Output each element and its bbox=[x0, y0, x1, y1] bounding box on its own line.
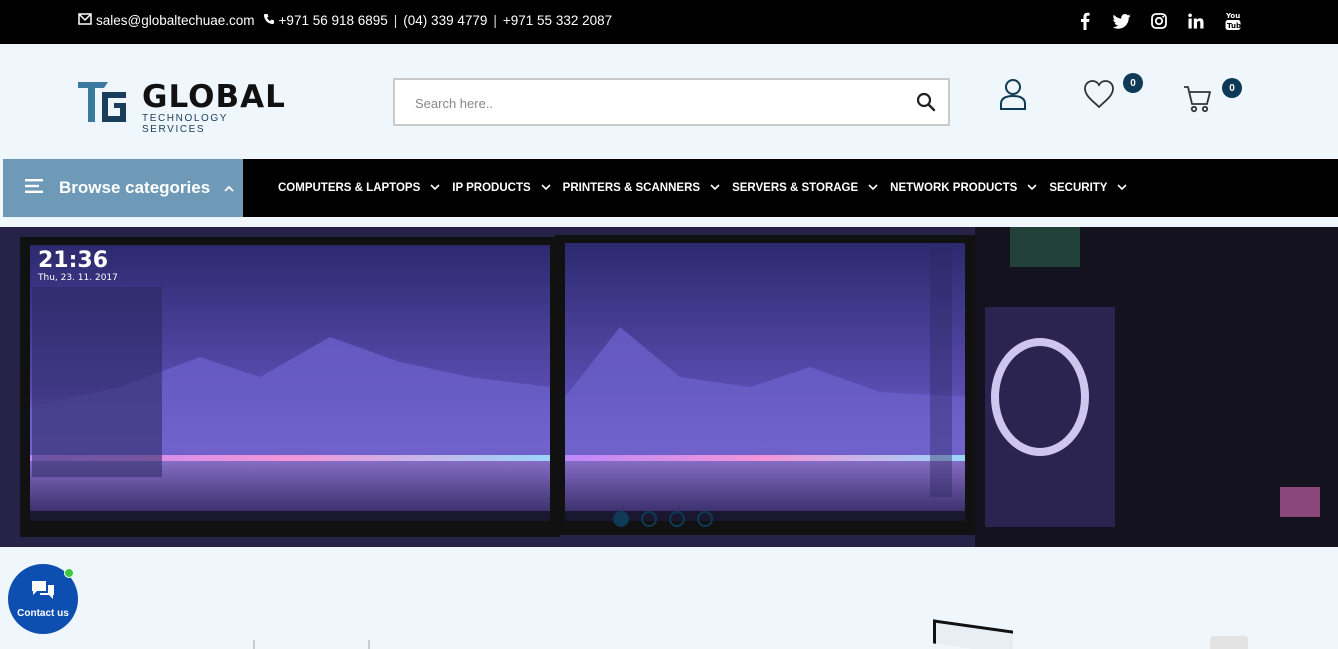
nav-item-printers-scanners[interactable]: PRINTERS & SCANNERS bbox=[563, 182, 720, 194]
youtube-icon[interactable]: You Tube bbox=[1223, 11, 1242, 31]
nav-item-label: NETWORK PRODUCTS bbox=[890, 182, 1018, 194]
phone-link-2[interactable]: (04) 339 4779 bbox=[403, 13, 487, 28]
site-header: GLOBAL TECHNOLOGY SERVICES 0 0 bbox=[0, 44, 1338, 159]
social-links: You Tube bbox=[1075, 11, 1242, 31]
browse-categories-label: Browse categories bbox=[59, 178, 211, 197]
search-box bbox=[393, 78, 950, 126]
product-preview-device bbox=[1210, 636, 1248, 649]
top-bar: sales@globaltechuae.com +971 56 918 6895… bbox=[0, 0, 1338, 44]
envelope-icon bbox=[78, 13, 92, 28]
hero-image bbox=[0, 227, 1338, 547]
main-navigation: Browse categories COMPUTERS & LAPTOPS IP… bbox=[0, 159, 1338, 217]
logo-sub-text: TECHNOLOGY SERVICES bbox=[142, 113, 228, 135]
chevron-down-icon bbox=[868, 182, 878, 194]
contact-info: sales@globaltechuae.com +971 56 918 6895… bbox=[78, 13, 612, 28]
menu-lines-icon bbox=[25, 178, 43, 198]
site-logo[interactable]: GLOBAL TECHNOLOGY SERVICES bbox=[78, 80, 288, 135]
slider-pagination bbox=[613, 511, 713, 527]
search-input[interactable] bbox=[415, 92, 895, 114]
user-account-icon[interactable] bbox=[998, 78, 1028, 115]
chevron-down-icon bbox=[710, 182, 720, 194]
separator: | bbox=[493, 13, 497, 28]
twitter-icon[interactable] bbox=[1112, 11, 1131, 31]
email-link[interactable]: sales@globaltechuae.com bbox=[96, 13, 255, 28]
chevron-up-icon bbox=[224, 179, 234, 197]
clock-date: Thu, 23. 11. 2017 bbox=[38, 273, 118, 283]
logo-wordmark: GLOBAL TECHNOLOGY SERVICES bbox=[142, 80, 288, 135]
clock-time: 21:36 bbox=[38, 248, 109, 273]
instagram-icon[interactable] bbox=[1149, 11, 1168, 31]
nav-item-security[interactable]: SECURITY bbox=[1049, 182, 1128, 194]
product-preview-antenna bbox=[253, 640, 255, 649]
nav-item-network-products[interactable]: NETWORK PRODUCTS bbox=[890, 182, 1037, 194]
chevron-down-icon bbox=[1027, 182, 1037, 194]
category-menu: COMPUTERS & LAPTOPS IP PRODUCTS PRINTERS… bbox=[243, 159, 1338, 217]
desktop-clock: 21:36 Thu, 23. 11. 2017 bbox=[38, 248, 118, 284]
nav-item-label: SERVERS & STORAGE bbox=[732, 182, 859, 194]
chevron-down-icon bbox=[541, 182, 551, 194]
nav-item-label: SECURITY bbox=[1049, 182, 1108, 194]
nav-item-servers-storage[interactable]: SERVERS & STORAGE bbox=[732, 182, 878, 194]
online-status-indicator bbox=[64, 568, 74, 578]
hero-slider[interactable]: 21:36 Thu, 23. 11. 2017 bbox=[0, 227, 1338, 547]
phone-link-1[interactable]: +971 56 918 6895 bbox=[279, 13, 388, 28]
chat-bubble-icon bbox=[30, 579, 56, 606]
nav-item-computers-laptops[interactable]: COMPUTERS & LAPTOPS bbox=[278, 182, 440, 194]
product-preview-laptop bbox=[933, 619, 1013, 649]
search-icon[interactable] bbox=[916, 92, 936, 117]
nav-item-label: PRINTERS & SCANNERS bbox=[562, 182, 701, 194]
svg-text:Tube: Tube bbox=[1227, 22, 1241, 30]
contact-us-label: Contact us bbox=[17, 608, 69, 619]
phone-link-3[interactable]: +971 55 332 2087 bbox=[503, 13, 612, 28]
logo-main-text: GLOBAL bbox=[142, 79, 286, 115]
linkedin-icon[interactable] bbox=[1186, 11, 1205, 31]
slider-dot-3[interactable] bbox=[669, 511, 685, 527]
chevron-down-icon bbox=[1117, 182, 1128, 194]
wishlist-heart-icon[interactable] bbox=[1083, 79, 1115, 114]
facebook-icon[interactable] bbox=[1075, 11, 1094, 31]
nav-item-label: IP PRODUCTS bbox=[452, 182, 531, 194]
svg-text:You: You bbox=[1225, 12, 1240, 20]
slider-dot-4[interactable] bbox=[697, 511, 713, 527]
nav-item-ip-products[interactable]: IP PRODUCTS bbox=[452, 182, 551, 194]
wishlist-count-badge: 0 bbox=[1123, 73, 1143, 93]
product-preview-antenna bbox=[368, 640, 370, 649]
cart-count-badge: 0 bbox=[1222, 78, 1242, 98]
chevron-down-icon bbox=[430, 182, 440, 194]
slider-dot-2[interactable] bbox=[641, 511, 657, 527]
logo-mark-icon bbox=[78, 82, 126, 122]
nav-item-label: COMPUTERS & LAPTOPS bbox=[278, 182, 421, 194]
separator: | bbox=[393, 13, 398, 28]
phone-icon bbox=[263, 13, 275, 28]
slider-dot-1[interactable] bbox=[613, 511, 629, 527]
cart-icon[interactable] bbox=[1183, 84, 1213, 119]
browse-categories-button[interactable]: Browse categories bbox=[3, 159, 243, 217]
